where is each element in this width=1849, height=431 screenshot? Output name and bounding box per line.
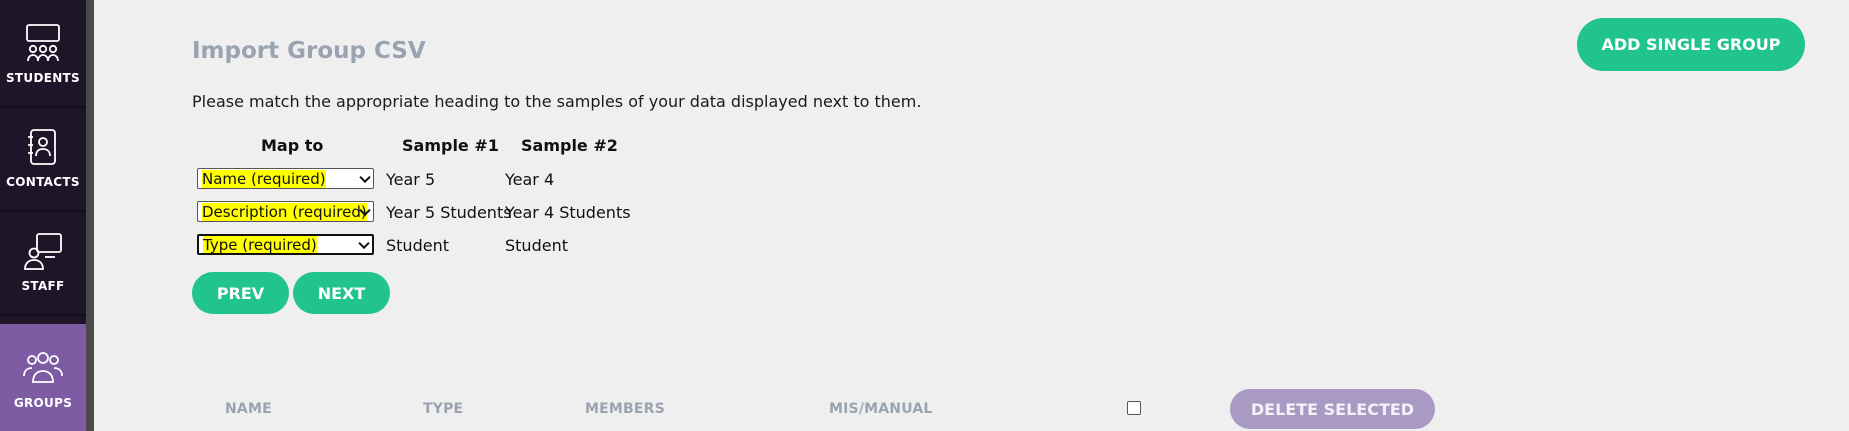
list-header-members[interactable]: MEMBERS [585,401,665,417]
prev-button[interactable]: PREV [192,272,289,314]
sidebar-item-contacts[interactable]: CONTACTS [0,104,86,212]
add-single-group-button[interactable]: ADD SINGLE GROUP [1577,18,1805,71]
select-value: Name (required) [202,169,326,188]
map-to-select-description[interactable]: Description (required) [197,201,374,222]
map-to-select-name[interactable]: Name (required) [197,168,374,189]
sample-1-cell: Year 5 [386,170,436,189]
sidebar-item-label: GROUPS [13,395,73,410]
contacts-icon [28,129,56,165]
import-instructions: Please match the appropriate heading to … [192,92,922,111]
sample-1-cell: Year 5 Students [386,203,512,222]
page-title: Import Group CSV [192,38,426,64]
chevron-down-icon [359,171,371,183]
groups-icon [23,351,63,383]
sidebar-item-label: STUDENTS [5,71,80,85]
students-icon [26,24,60,62]
select-all-checkbox[interactable] [1127,401,1141,415]
list-header-mis-manual[interactable]: MIS/MANUAL [829,401,933,417]
sidebar-item-students[interactable]: STUDENTS [0,0,86,108]
column-header-map-to: Map to [261,136,324,155]
sidebar-divider [86,0,94,431]
column-header-sample-1: Sample #1 [402,136,499,155]
list-header-name[interactable]: NAME [225,401,272,417]
sidebar-item-label: CONTACTS [6,175,80,189]
select-value: Type (required) [203,235,317,254]
delete-selected-button[interactable]: DELETE SELECTED [1230,389,1435,429]
sample-2-cell: Year 4 [505,170,555,189]
sidebar-item-label: STAFF [21,279,65,293]
map-to-select-type[interactable]: Type (required) [197,234,374,255]
chevron-down-icon [358,237,370,249]
sample-1-cell: Student [386,236,449,255]
select-value: Description (required) [202,202,367,221]
column-header-sample-2: Sample #2 [521,136,618,155]
staff-icon [24,233,62,270]
sidebar-item-groups[interactable]: GROUPS [0,324,86,431]
sample-2-cell: Year 4 Students [505,203,631,222]
sample-2-cell: Student [505,236,568,255]
sidebar-item-staff[interactable]: STAFF [0,208,86,316]
next-button[interactable]: NEXT [293,272,390,314]
sidebar: STUDENTS CONTACTS STAFF GROUPS [0,0,86,431]
list-header-type[interactable]: TYPE [423,401,463,417]
